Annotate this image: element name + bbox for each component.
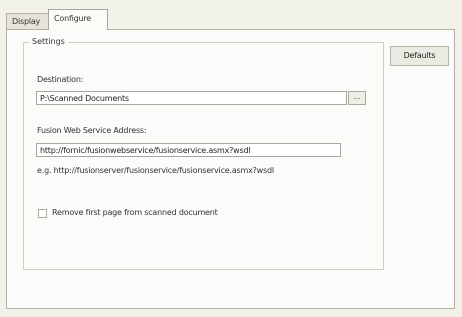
destination-label: Destination: xyxy=(37,75,84,84)
fusion-address-label: Fusion Web Service Address: xyxy=(37,126,147,135)
tab-display[interactable]: Display xyxy=(6,13,51,29)
destination-field[interactable]: P:\Scanned Documents xyxy=(36,91,347,105)
remove-first-page-checkbox[interactable] xyxy=(38,209,47,218)
defaults-button[interactable]: Defaults xyxy=(390,46,449,66)
example-hint: e.g. http://fusionserver/fusionservice/f… xyxy=(37,166,274,175)
configure-panel: Settings Destination: P:\Scanned Documen… xyxy=(6,29,455,309)
settings-group-title: Settings xyxy=(29,37,68,46)
remove-first-page-label[interactable]: Remove first page from scanned document xyxy=(52,208,218,217)
fusion-address-field[interactable]: http://fornic/fusionwebservice/fusionser… xyxy=(36,143,341,157)
settings-window: Display Configure Settings Destination: … xyxy=(0,0,462,317)
tab-configure[interactable]: Configure xyxy=(48,9,108,30)
settings-groupbox: Settings Destination: P:\Scanned Documen… xyxy=(23,37,384,270)
browse-button[interactable]: ... xyxy=(348,91,366,105)
